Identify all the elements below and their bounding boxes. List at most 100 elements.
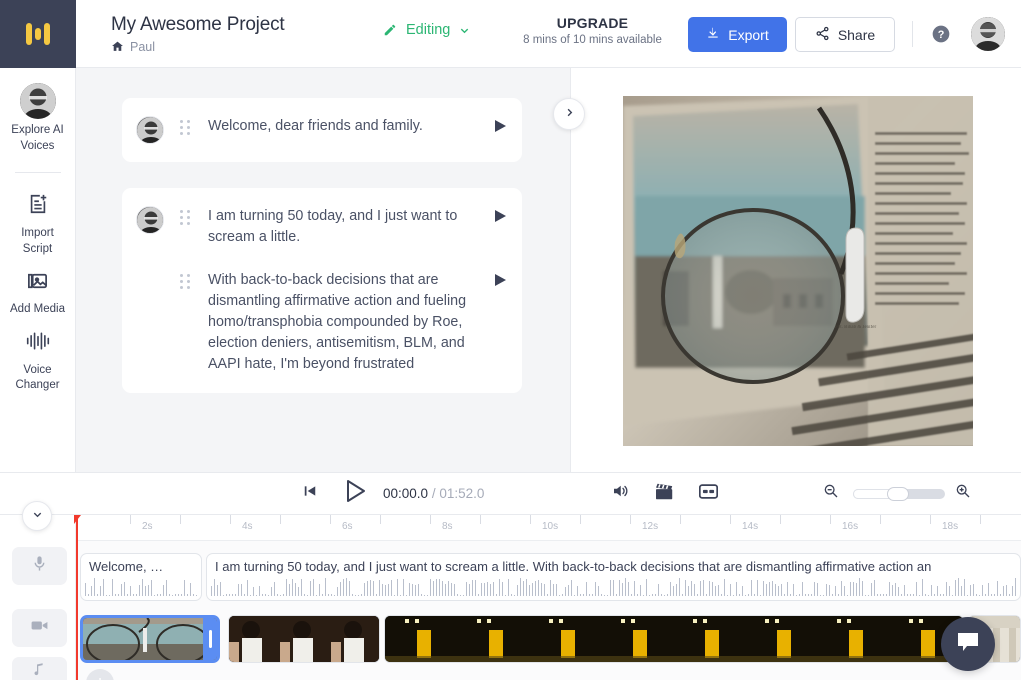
breadcrumb[interactable]: Paul bbox=[111, 40, 284, 54]
timeline-ruler[interactable]: 2s 4s 6s 8s 10s 12s 14s 16s 18s bbox=[76, 515, 1021, 541]
ruler-label: 18s bbox=[942, 521, 959, 532]
script-block[interactable]: I am turning 50 today, and I just want t… bbox=[122, 188, 522, 393]
video-camera-icon bbox=[30, 616, 49, 640]
sidebar-item-explore-ai-voices[interactable]: Explore AI Voices bbox=[0, 83, 76, 154]
timeline-collapse-button[interactable] bbox=[22, 501, 52, 531]
audio-clip[interactable]: I am turning 50 today, and I just want t… bbox=[206, 553, 1021, 601]
speaker-avatar[interactable] bbox=[136, 206, 164, 234]
download-icon bbox=[706, 26, 720, 43]
clip-trim-handle[interactable] bbox=[203, 618, 217, 660]
ruler-tick bbox=[230, 515, 231, 524]
ruler-tick bbox=[780, 515, 781, 524]
sidebar-item-label: Import Script bbox=[21, 227, 54, 255]
script-block-text[interactable]: Welcome, dear friends and family. bbox=[208, 116, 494, 137]
add-track-button[interactable]: + bbox=[86, 669, 114, 680]
video-preview-frame[interactable]: Fot. Bihab & Jenifer bbox=[623, 96, 973, 446]
waveform bbox=[81, 574, 201, 600]
upgrade-banner[interactable]: UPGRADE 8 mins of 10 mins available bbox=[510, 15, 675, 46]
share-button[interactable]: Share bbox=[795, 17, 895, 52]
video-clip[interactable] bbox=[384, 615, 964, 663]
music-track-header[interactable] bbox=[12, 657, 67, 680]
timeline: 2s 4s 6s 8s 10s 12s 14s 16s 18s Welcome, … I am … bbox=[0, 501, 1021, 680]
microphone-icon bbox=[31, 555, 48, 577]
clapperboard-icon[interactable] bbox=[655, 483, 674, 505]
time-separator: / bbox=[431, 486, 436, 501]
zoom-slider[interactable] bbox=[853, 486, 945, 501]
avatar[interactable] bbox=[971, 17, 1005, 51]
voice-avatar-icon bbox=[19, 83, 56, 119]
sidebar-item-import-script[interactable]: Import Script bbox=[0, 187, 76, 257]
ruler-tick bbox=[130, 515, 131, 524]
current-time: 00:00.0 bbox=[383, 486, 429, 501]
help-circle-icon[interactable]: ? bbox=[931, 24, 951, 49]
play-icon[interactable] bbox=[494, 209, 508, 228]
time-display: 00:00.0 / 01:52.0 bbox=[383, 486, 484, 501]
chevron-down-icon bbox=[459, 25, 470, 36]
sidebar-item-voice-changer[interactable]: Voice Changer bbox=[0, 324, 76, 394]
ruler-label: 2s bbox=[142, 521, 153, 532]
play-button[interactable] bbox=[345, 479, 367, 508]
script-block[interactable]: Welcome, dear friends and family. bbox=[122, 98, 522, 162]
app-logo[interactable] bbox=[0, 0, 76, 68]
music-note-icon bbox=[32, 662, 47, 680]
audio-track-header[interactable] bbox=[12, 547, 67, 585]
drag-handle-icon[interactable] bbox=[180, 120, 194, 135]
script-panel: Welcome, dear friends and family. I am t… bbox=[76, 68, 570, 472]
total-time: 01:52.0 bbox=[439, 486, 485, 501]
closed-captions-icon[interactable] bbox=[698, 483, 719, 504]
video-clip[interactable] bbox=[228, 615, 380, 663]
media-folder-icon bbox=[26, 263, 49, 297]
zoom-out-icon[interactable] bbox=[823, 483, 839, 504]
ruler-tick bbox=[180, 515, 181, 524]
ruler-label: 4s bbox=[242, 521, 253, 532]
plus-icon: + bbox=[94, 674, 105, 680]
sidebar-item-add-media[interactable]: Add Media bbox=[0, 263, 76, 318]
zoom-in-icon[interactable] bbox=[955, 483, 971, 504]
sidebar-divider bbox=[14, 172, 61, 174]
speaker-avatar[interactable] bbox=[136, 116, 164, 144]
home-icon bbox=[111, 40, 124, 53]
export-button[interactable]: Export bbox=[688, 17, 787, 52]
left-sidebar: Explore AI Voices Import Script Add Medi… bbox=[0, 68, 76, 472]
ruler-label: 10s bbox=[542, 521, 559, 532]
video-track-header[interactable] bbox=[12, 609, 67, 647]
play-icon[interactable] bbox=[494, 119, 508, 138]
ruler-label: 8s bbox=[442, 521, 453, 532]
sidebar-item-label: Voice Changer bbox=[15, 363, 60, 392]
skip-to-start-icon[interactable] bbox=[303, 484, 317, 503]
script-block-text[interactable]: With back-to-back decisions that are dis… bbox=[208, 270, 494, 375]
ruler-tick bbox=[930, 515, 931, 524]
document-add-icon bbox=[27, 187, 49, 221]
ruler-tick bbox=[530, 515, 531, 524]
pencil-icon bbox=[383, 23, 397, 37]
ruler-tick bbox=[980, 515, 981, 524]
upgrade-subtitle: 8 mins of 10 mins available bbox=[523, 34, 662, 46]
timeline-tracks: Welcome, … I am turning 50 today, and I … bbox=[76, 541, 1021, 680]
ruler-tick bbox=[480, 515, 481, 524]
chevron-right-icon bbox=[564, 105, 575, 123]
waveform-icon bbox=[26, 324, 50, 358]
script-block-text[interactable]: I am turning 50 today, and I just want t… bbox=[208, 206, 494, 248]
script-sub-block[interactable]: With back-to-back decisions that are dis… bbox=[136, 270, 508, 375]
chat-support-button[interactable] bbox=[941, 617, 995, 671]
drag-handle-icon[interactable] bbox=[180, 274, 194, 289]
video-clip[interactable] bbox=[80, 615, 220, 663]
audio-clip[interactable]: Welcome, … bbox=[80, 553, 202, 601]
editing-mode-label: Editing bbox=[406, 22, 451, 38]
volume-icon[interactable] bbox=[611, 482, 629, 505]
ruler-tick bbox=[330, 515, 331, 524]
play-icon[interactable] bbox=[494, 273, 508, 292]
playhead[interactable] bbox=[74, 515, 81, 680]
editor-app: My Awesome Project Paul Editing UPGRADE … bbox=[0, 0, 1021, 680]
ruler-label: 12s bbox=[642, 521, 659, 532]
page-title: My Awesome Project bbox=[111, 13, 285, 35]
zoom-slider-thumb[interactable] bbox=[887, 486, 909, 501]
editing-mode-selector[interactable]: Editing bbox=[383, 22, 470, 38]
ruler-tick bbox=[830, 515, 831, 524]
header-divider bbox=[912, 21, 913, 47]
ruler-label: 6s bbox=[342, 521, 353, 532]
drag-handle-icon[interactable] bbox=[180, 210, 194, 225]
panel-toggle-button[interactable] bbox=[553, 98, 585, 130]
export-label: Export bbox=[728, 26, 769, 43]
avatar-spacer bbox=[136, 270, 164, 298]
